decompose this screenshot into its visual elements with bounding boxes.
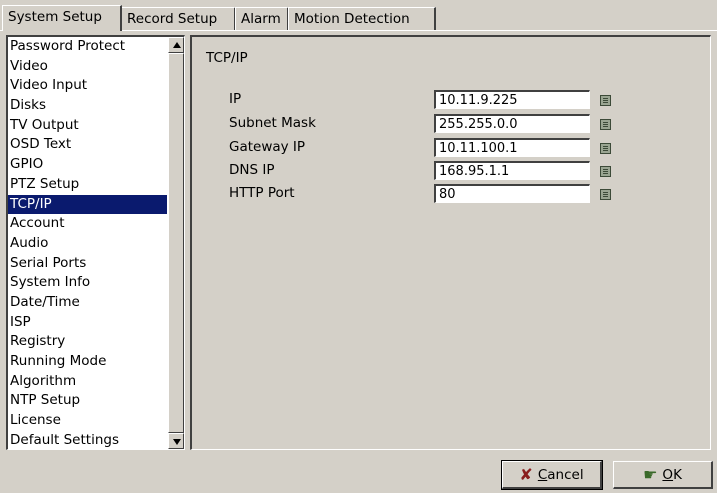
subnet-mask-field[interactable]: [434, 114, 590, 133]
menu-item-serial-ports[interactable]: Serial Ports: [8, 254, 167, 274]
menu-item-ntp-setup[interactable]: NTP Setup: [8, 391, 167, 411]
subnet-mask-label: Subnet Mask: [229, 115, 316, 131]
ip-field[interactable]: [434, 90, 590, 109]
tab-alarm[interactable]: Alarm: [235, 7, 289, 30]
tab-motion-detection[interactable]: Motion Detection: [288, 7, 436, 30]
scroll-thumb[interactable]: [168, 53, 184, 433]
keyboard-icon[interactable]: [600, 189, 611, 200]
menu-item-registry[interactable]: Registry: [8, 332, 167, 352]
menu-item-disks[interactable]: Disks: [8, 96, 167, 116]
scroll-up-button[interactable]: [168, 37, 184, 53]
ok-label: OK: [662, 466, 682, 483]
tab-system-setup[interactable]: System Setup: [2, 5, 122, 31]
ok-hand-icon: ☛: [643, 464, 658, 484]
ip-label: IP: [229, 91, 242, 107]
page-title: TCP/IP: [206, 50, 248, 66]
http-port-label: HTTP Port: [229, 185, 295, 201]
menu-item-video-input[interactable]: Video Input: [8, 76, 167, 96]
tab-record-setup[interactable]: Record Setup: [121, 7, 236, 30]
x-icon: ✘: [519, 464, 533, 484]
gateway-ip-field[interactable]: [434, 138, 590, 157]
menu-items: Password Protect Video Video Input Disks…: [8, 37, 167, 449]
menu-item-running-mode[interactable]: Running Mode: [8, 352, 167, 372]
menu-item-audio[interactable]: Audio: [8, 234, 167, 254]
menu-item-system-info[interactable]: System Info: [8, 273, 167, 293]
menu-item-date-time[interactable]: Date/Time: [8, 293, 167, 313]
ok-button[interactable]: ☛ OK: [613, 461, 713, 489]
dns-ip-label: DNS IP: [229, 162, 275, 178]
menu-item-gpio[interactable]: GPIO: [8, 155, 167, 175]
keyboard-icon[interactable]: [600, 95, 611, 106]
tab-bar: System Setup Record Setup Alarm Motion D…: [0, 0, 717, 31]
menu-item-license[interactable]: License: [8, 411, 167, 431]
menu-item-video[interactable]: Video: [8, 57, 167, 77]
keyboard-icon[interactable]: [600, 143, 611, 154]
keyboard-icon[interactable]: [600, 119, 611, 130]
menu-item-algorithm[interactable]: Algorithm: [8, 372, 167, 392]
menu-scrollbar[interactable]: [168, 37, 184, 449]
gateway-ip-label: Gateway IP: [229, 139, 306, 155]
menu-item-account[interactable]: Account: [8, 214, 167, 234]
arrow-up-icon: [173, 42, 181, 48]
menu-item-ptz-setup[interactable]: PTZ Setup: [8, 175, 167, 195]
http-port-field[interactable]: [434, 184, 590, 203]
menu-item-tv-output[interactable]: TV Output: [8, 116, 167, 136]
keyboard-icon[interactable]: [600, 166, 611, 177]
scroll-down-button[interactable]: [168, 433, 184, 449]
menu-item-tcp-ip[interactable]: TCP/IP: [8, 194, 167, 215]
menu-item-password-protect[interactable]: Password Protect: [8, 37, 167, 57]
cancel-button[interactable]: ✘ Cancel: [501, 460, 603, 490]
menu-item-osd-text[interactable]: OSD Text: [8, 135, 167, 155]
menu-item-isp[interactable]: ISP: [8, 313, 167, 333]
dns-ip-field[interactable]: [434, 161, 590, 180]
arrow-down-icon: [173, 439, 181, 445]
settings-menu-list[interactable]: Password Protect Video Video Input Disks…: [6, 35, 185, 450]
cancel-label: Cancel: [537, 466, 584, 483]
menu-item-default-settings[interactable]: Default Settings: [8, 431, 167, 449]
